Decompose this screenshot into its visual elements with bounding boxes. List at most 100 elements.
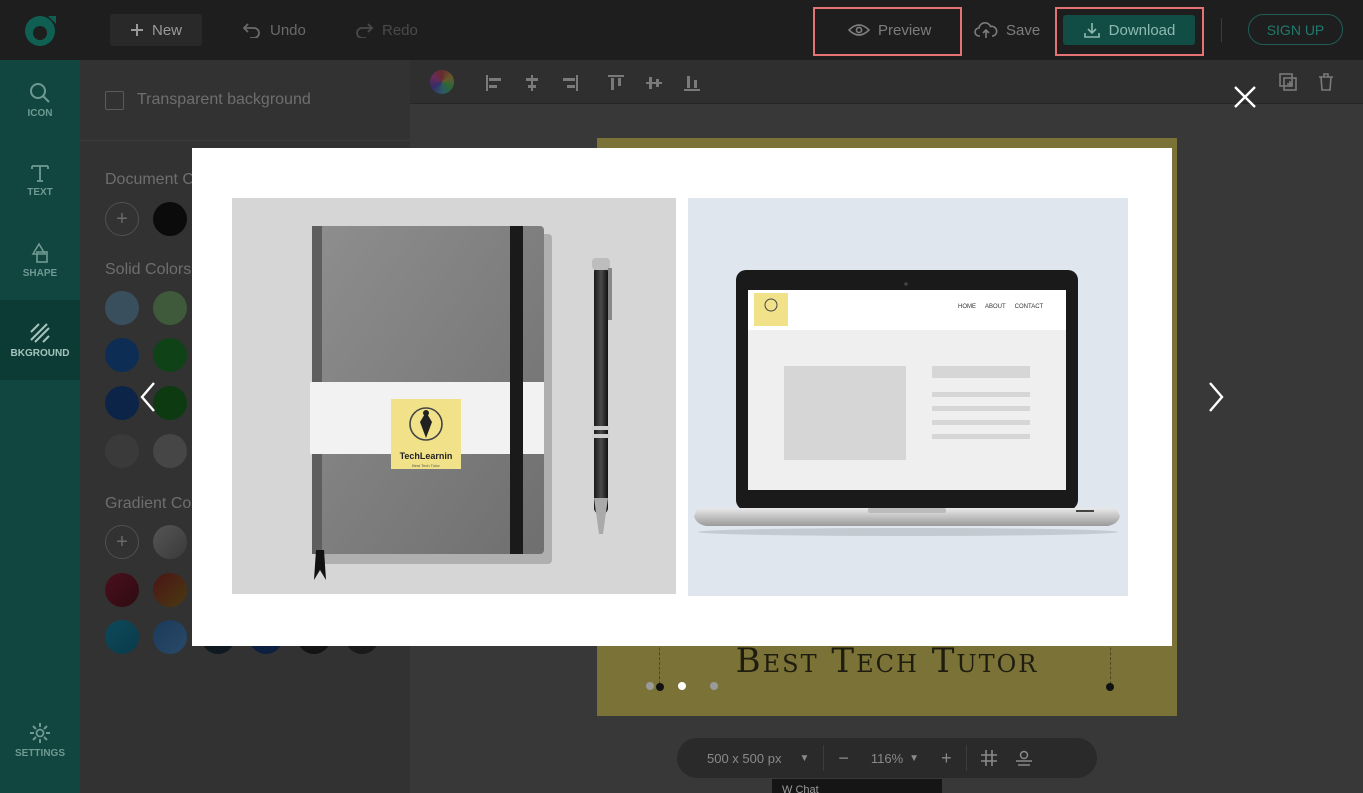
grid-toggle-button[interactable] — [967, 738, 1011, 778]
canvas-size-select[interactable]: 500 x 500 px ▼ — [677, 738, 823, 778]
chat-widget-tab[interactable]: W Chat — [772, 779, 942, 793]
chevron-down-icon: ▼ — [909, 752, 920, 764]
align-baseline-icon — [1015, 750, 1032, 766]
new-button-label: New — [151, 21, 182, 39]
chevron-down-icon: ▼ — [799, 752, 810, 764]
document-color-swatch[interactable] — [153, 202, 187, 236]
notebook-mockup: TechLearnin Best Tech Tutor — [232, 198, 676, 594]
close-icon[interactable] — [1233, 85, 1257, 109]
zoom-out-button[interactable]: − — [824, 738, 863, 778]
solid-color-swatch[interactable] — [105, 386, 139, 420]
topbar-divider — [1221, 18, 1222, 42]
solid-color-swatch[interactable] — [153, 291, 187, 325]
slide-indicator — [646, 682, 718, 690]
chevron-right-icon[interactable] — [1206, 381, 1226, 413]
app-logo[interactable] — [22, 12, 58, 48]
duplicate-icon[interactable] — [1278, 72, 1298, 92]
sidebar-item-label: BKGROUND — [10, 347, 70, 359]
notebook-logo-title: TechLearnin — [399, 451, 453, 461]
gradient-color-swatch[interactable] — [153, 573, 187, 607]
solid-color-swatch[interactable] — [105, 338, 139, 372]
redo-button[interactable]: Redo — [354, 14, 418, 46]
sidebar-item-background[interactable]: BKGROUND — [0, 300, 80, 380]
laptop-mockup: HOME ABOUT CONTACT — [688, 198, 1128, 596]
solid-color-swatch[interactable] — [105, 291, 139, 325]
sidebar-item-shape[interactable]: SHAPE — [0, 220, 80, 300]
download-icon — [1083, 23, 1100, 38]
solid-colors-heading: Solid Colors — [105, 261, 192, 278]
align-left-button[interactable] — [483, 72, 505, 94]
canvas-size-label: 500 x 500 px — [707, 750, 782, 766]
align-middle-button[interactable] — [643, 72, 665, 94]
zoom-select[interactable]: 116% ▼ — [863, 738, 927, 778]
gradient-colors-heading: Gradient Col — [105, 495, 195, 512]
slide-dot-active[interactable] — [678, 682, 686, 690]
undo-button[interactable]: Undo — [242, 14, 306, 46]
solid-color-swatch[interactable] — [153, 338, 187, 372]
gear-icon — [30, 722, 50, 743]
preview-modal: TechLearnin Best Tech Tutor HOME ABOUT C… — [192, 148, 1172, 646]
plus-icon — [130, 24, 143, 36]
save-button[interactable]: Save — [974, 14, 1040, 46]
save-button-label: Save — [1006, 21, 1041, 39]
canvas-toolbar — [410, 60, 1363, 104]
slide-dot[interactable] — [710, 682, 718, 690]
undo-button-label: Undo — [270, 21, 306, 39]
align-right-button[interactable] — [559, 72, 581, 94]
download-button[interactable]: Download — [1063, 15, 1195, 45]
website-nav: HOME ABOUT CONTACT — [958, 304, 1043, 310]
eye-icon — [848, 24, 870, 36]
add-document-color-button[interactable]: + — [105, 202, 139, 236]
redo-icon — [356, 23, 374, 38]
gradient-color-swatch[interactable] — [105, 620, 139, 654]
align-center-horizontal-button[interactable] — [521, 72, 543, 94]
resize-handle[interactable] — [1106, 683, 1114, 691]
sidebar-item-settings[interactable]: SETTINGS — [0, 700, 80, 780]
preview-button[interactable]: Preview — [848, 14, 931, 46]
canvas-bottom-bar: 500 x 500 px ▼ − 116% ▼ + — [677, 738, 1097, 778]
slide-dot[interactable] — [646, 682, 654, 690]
gradient-color-swatch[interactable] — [153, 525, 187, 559]
redo-button-label: Redo — [382, 21, 418, 39]
sidebar-item-label: TEXT — [27, 186, 53, 198]
website-nav-home: HOME — [958, 304, 976, 310]
sidebar-item-text[interactable]: TEXT — [0, 140, 80, 220]
align-top-button[interactable] — [605, 72, 627, 94]
align-center-icon — [526, 75, 538, 91]
solid-color-swatch[interactable] — [105, 434, 139, 468]
notebook-illustration — [310, 226, 612, 580]
zoom-in-button[interactable]: + — [927, 738, 966, 778]
sidebar-item-label: ICON — [27, 107, 53, 119]
align-top-icon — [608, 75, 624, 90]
shape-icon — [31, 241, 48, 263]
signup-button[interactable]: SIGN UP — [1248, 14, 1343, 45]
chevron-left-icon[interactable] — [138, 381, 158, 413]
panel-divider — [80, 140, 410, 141]
search-icon — [30, 82, 50, 103]
transparent-background-label: Transparent background — [137, 91, 311, 108]
sidebar-item-label: SHAPE — [22, 267, 58, 279]
cloud-upload-icon — [974, 22, 998, 38]
add-gradient-color-button[interactable]: + — [105, 525, 139, 559]
design-tagline[interactable]: Best Tech Tutor — [597, 641, 1177, 681]
gradient-color-swatch[interactable] — [153, 620, 187, 654]
color-picker-button[interactable] — [430, 70, 454, 94]
solid-color-swatch[interactable] — [153, 434, 187, 468]
laptop-illustration — [694, 270, 1120, 536]
align-middle-icon — [646, 77, 662, 89]
solid-color-swatch[interactable] — [153, 386, 187, 420]
trash-icon[interactable] — [1316, 72, 1336, 92]
align-bottom-icon — [684, 76, 700, 91]
gradient-color-swatch[interactable] — [105, 573, 139, 607]
download-button-label: Download — [1108, 21, 1176, 39]
transparent-background-checkbox[interactable] — [105, 91, 124, 110]
top-bar: New Undo Redo Preview Save Download SIGN… — [0, 0, 1363, 60]
zoom-label: 116% — [870, 750, 904, 766]
align-right-icon — [563, 75, 578, 91]
new-button[interactable]: New — [110, 14, 202, 46]
snap-toggle-button[interactable] — [1011, 738, 1047, 778]
align-bottom-button[interactable] — [681, 72, 703, 94]
preview-button-label: Preview — [878, 21, 932, 39]
sidebar-item-icon[interactable]: ICON — [0, 60, 80, 140]
undo-icon — [242, 23, 260, 38]
